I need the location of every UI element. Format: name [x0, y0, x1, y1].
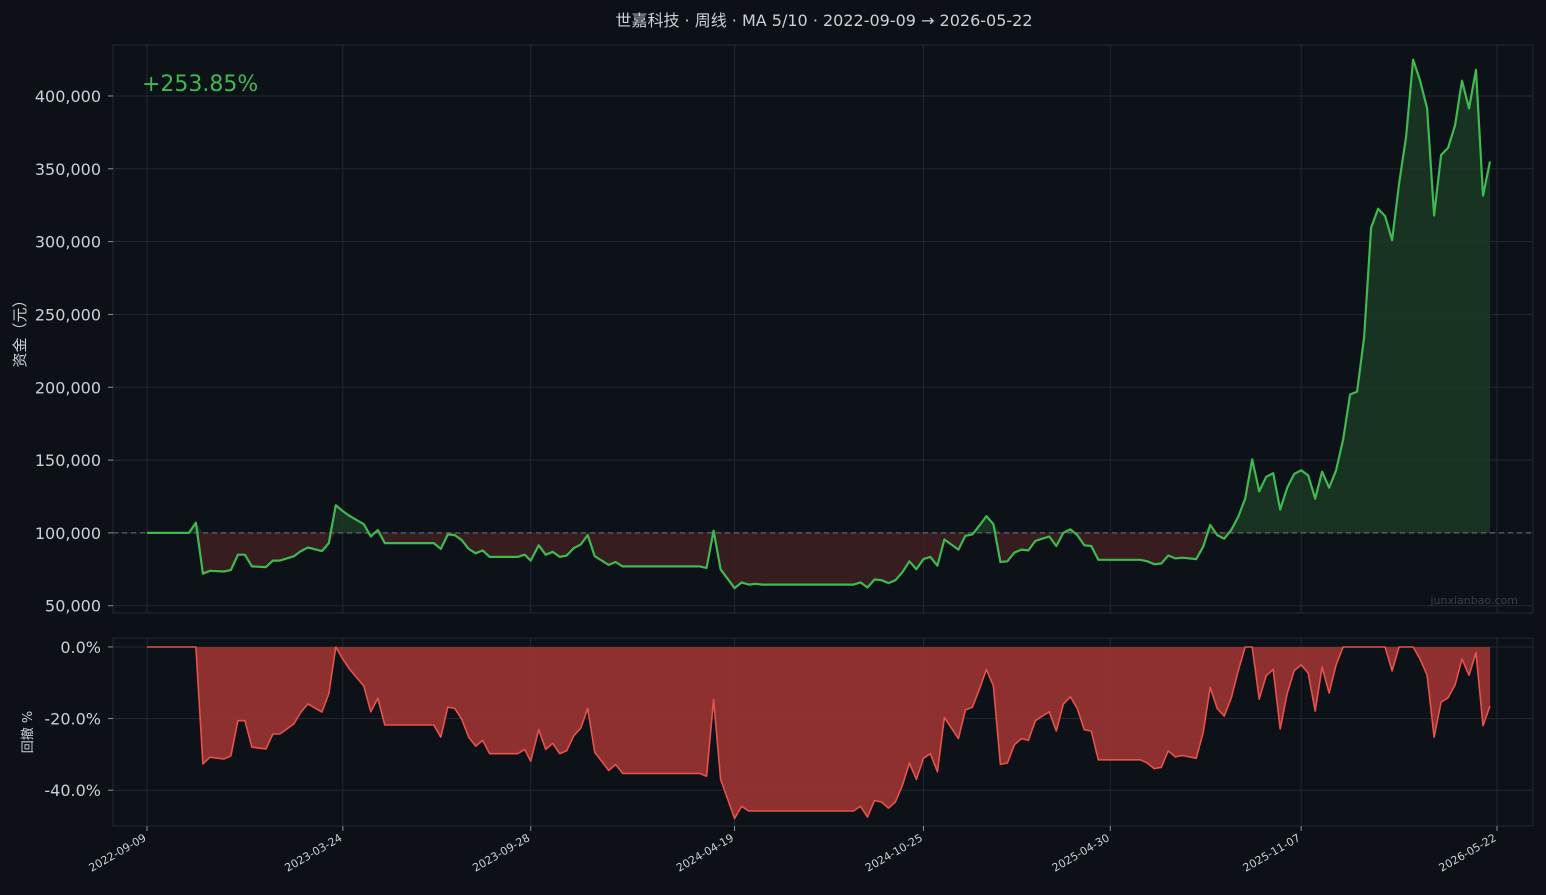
- watermark: junxianbao.com: [1429, 594, 1518, 607]
- equity-y-axis-label: 资金（元）: [11, 292, 29, 367]
- equity-y-tick-label: 200,000: [35, 378, 101, 397]
- drawdown-y-tick-label: -20.0%: [44, 710, 101, 729]
- chart-title: 世嘉科技 · 周线 · MA 5/10 · 2022-09-09 → 2026-…: [615, 11, 1032, 30]
- drawdown-y-axis-label: 回撤 %: [20, 711, 36, 754]
- equity-y-tick-label: 250,000: [35, 305, 101, 324]
- return-label: +253.85%: [142, 72, 258, 97]
- drawdown-y-tick-label: 0.0%: [60, 638, 101, 657]
- equity-y-tick-label: 100,000: [35, 524, 101, 543]
- equity-y-tick-label: 400,000: [35, 87, 101, 106]
- equity-y-tick-label: 150,000: [35, 451, 101, 470]
- equity-y-tick-label: 300,000: [35, 233, 101, 252]
- backtest-chart: 世嘉科技 · 周线 · MA 5/10 · 2022-09-09 → 2026-…: [0, 0, 1546, 895]
- drawdown-y-tick-label: -40.0%: [44, 781, 101, 800]
- equity-y-tick-label: 50,000: [45, 597, 101, 616]
- equity-y-tick-label: 350,000: [35, 160, 101, 179]
